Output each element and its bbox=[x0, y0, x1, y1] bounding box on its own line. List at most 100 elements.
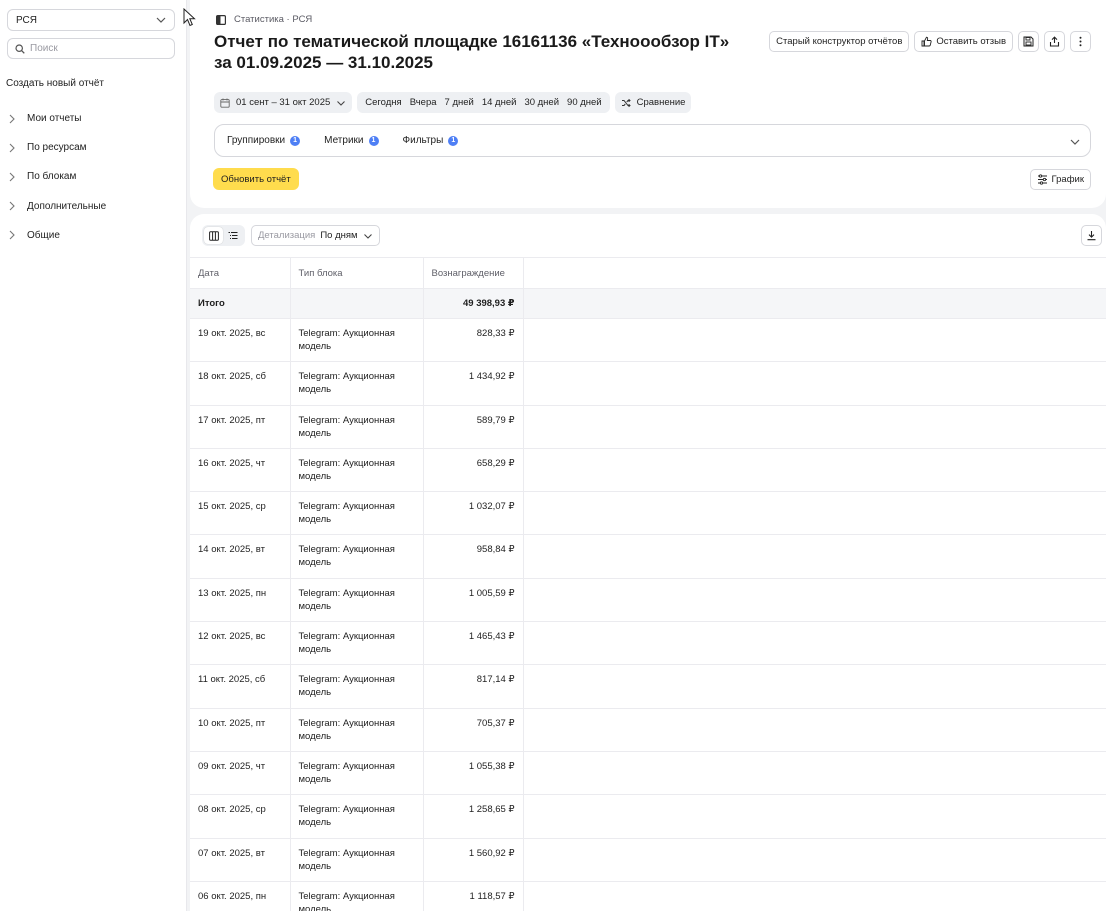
sidebar-nav: Мои отчеты По ресурсам По блокам Дополни… bbox=[0, 104, 186, 250]
chevron-right-icon bbox=[9, 172, 15, 182]
share-button[interactable] bbox=[1044, 31, 1065, 52]
block-type-cell: Telegram: Аукционная модель bbox=[290, 880, 424, 911]
column-filler bbox=[523, 750, 1106, 795]
tree-view-button[interactable] bbox=[223, 227, 242, 244]
breadcrumb-text: Статистика · РСЯ bbox=[234, 14, 313, 25]
report-table: Дата Тип блока Вознаграждение Итого 49 3… bbox=[190, 257, 1106, 911]
tree-list-icon bbox=[228, 231, 237, 239]
column-filler bbox=[523, 491, 1106, 535]
column-header-reward[interactable]: Вознаграждение bbox=[423, 257, 524, 289]
chevron-down-icon bbox=[156, 17, 166, 23]
sidebar-item-by-blocks[interactable]: По блокам bbox=[0, 162, 186, 191]
report-settings-bar[interactable]: Группировки 1 Метрики 1 Фильтры 1 bbox=[214, 124, 1091, 157]
expand-chevron-icon[interactable] bbox=[1069, 136, 1081, 148]
metrics-label: Метрики bbox=[324, 135, 364, 146]
sidebar: РСЯ Поиск Создать новый отчёт Мои отчеты… bbox=[0, 0, 187, 911]
download-icon bbox=[1087, 231, 1096, 241]
date-range-picker[interactable]: 01 сент – 31 окт 2025 bbox=[214, 92, 353, 113]
preset-7-days[interactable]: 7 дней bbox=[441, 97, 478, 108]
reward-cell: 1 005,59 ₽ bbox=[423, 577, 524, 622]
column-filler bbox=[523, 577, 1106, 622]
column-filler bbox=[523, 707, 1106, 752]
column-filler bbox=[523, 794, 1106, 839]
block-type-cell: Telegram: Аукционная модель bbox=[290, 317, 424, 362]
download-button[interactable] bbox=[1081, 225, 1102, 246]
date-cell: 12 окт. 2025, вс bbox=[190, 621, 291, 665]
table-row: 11 окт. 2025, сб Telegram: Аукционная мод… bbox=[190, 664, 1106, 709]
column-filler bbox=[523, 404, 1106, 449]
breadcrumb[interactable]: Статистика · РСЯ bbox=[216, 14, 312, 25]
column-filler bbox=[523, 837, 1106, 882]
service-select[interactable]: РСЯ bbox=[7, 9, 175, 31]
groupings-toggle[interactable]: Группировки 1 bbox=[227, 135, 301, 146]
search-input[interactable]: Поиск bbox=[7, 38, 175, 59]
date-cell: 19 окт. 2025, вс bbox=[190, 317, 291, 362]
preset-yesterday[interactable]: Вчера bbox=[406, 97, 441, 108]
reward-cell: 658,29 ₽ bbox=[423, 447, 524, 492]
preset-14-days[interactable]: 14 дней bbox=[478, 97, 521, 108]
reward-cell: 1 560,92 ₽ bbox=[423, 837, 524, 882]
block-type-cell: Telegram: Аукционная модель bbox=[290, 447, 424, 492]
reward-cell: 1 055,38 ₽ bbox=[423, 750, 524, 795]
compare-label: Сравнение bbox=[636, 97, 686, 108]
more-button[interactable] bbox=[1070, 31, 1091, 52]
groupings-count-badge: 1 bbox=[290, 135, 301, 146]
date-cell: 16 окт. 2025, чт bbox=[190, 447, 291, 492]
view-mode-toggle bbox=[202, 225, 245, 246]
preset-30-days[interactable]: 30 дней bbox=[520, 97, 563, 108]
date-cell: 08 окт. 2025, ср bbox=[190, 794, 291, 839]
reward-cell: 1 434,92 ₽ bbox=[423, 361, 524, 406]
create-report-link[interactable]: Создать новый отчёт bbox=[6, 78, 104, 89]
table-header-row: Дата Тип блока Вознаграждение bbox=[190, 257, 1106, 289]
feedback-button[interactable]: Оставить отзыв bbox=[914, 31, 1013, 52]
date-cell: 09 окт. 2025, чт bbox=[190, 750, 291, 795]
sidebar-item-my-reports[interactable]: Мои отчеты bbox=[0, 104, 186, 133]
total-reward: 49 398,93 ₽ bbox=[423, 288, 524, 319]
reward-cell: 1 258,65 ₽ bbox=[423, 794, 524, 839]
column-filler bbox=[523, 664, 1106, 709]
block-type-cell: Telegram: Аукционная модель bbox=[290, 361, 424, 406]
sidebar-item-additional[interactable]: Дополнительные bbox=[0, 192, 186, 221]
header-actions: Старый конструктор отчётов Оставить отзы… bbox=[769, 31, 1091, 52]
date-cell: 15 окт. 2025, ср bbox=[190, 491, 291, 535]
column-filler bbox=[523, 880, 1106, 911]
block-type-cell: Telegram: Аукционная модель bbox=[290, 404, 424, 449]
table-row: 13 окт. 2025, пн Telegram: Аукционная мод… bbox=[190, 577, 1106, 622]
save-button[interactable] bbox=[1018, 31, 1039, 52]
preset-90-days[interactable]: 90 дней bbox=[563, 97, 606, 108]
metrics-toggle[interactable]: Метрики 1 bbox=[324, 135, 379, 146]
column-filler bbox=[523, 361, 1106, 406]
column-header-date[interactable]: Дата bbox=[190, 257, 291, 289]
sidebar-toggle-icon bbox=[216, 14, 226, 25]
calendar-icon bbox=[220, 98, 230, 108]
old-builder-button[interactable]: Старый конструктор отчётов bbox=[769, 31, 910, 52]
graph-button[interactable]: График bbox=[1029, 169, 1091, 190]
sidebar-item-general[interactable]: Общие bbox=[0, 221, 186, 250]
filters-toggle[interactable]: Фильтры 1 bbox=[403, 135, 459, 146]
detail-label: Детализация bbox=[258, 230, 316, 241]
search-placeholder: Поиск bbox=[30, 43, 58, 54]
block-type-cell: Telegram: Аукционная модель bbox=[290, 664, 424, 709]
preset-today[interactable]: Сегодня bbox=[361, 97, 405, 108]
column-header-block-type[interactable]: Тип блока bbox=[290, 257, 424, 289]
detail-select[interactable]: Детализация По дням bbox=[251, 225, 380, 246]
reward-cell: 958,84 ₽ bbox=[423, 534, 524, 579]
graph-label: График bbox=[1051, 174, 1084, 185]
mouse-cursor-icon bbox=[183, 8, 196, 27]
compare-button[interactable]: Сравнение bbox=[614, 92, 692, 113]
total-row: Итого 49 398,93 ₽ bbox=[190, 288, 1106, 319]
groupings-label: Группировки bbox=[227, 135, 286, 146]
column-filler bbox=[523, 534, 1106, 579]
block-type-cell: Telegram: Аукционная модель bbox=[290, 837, 424, 882]
sidebar-item-by-resources[interactable]: По ресурсам bbox=[0, 133, 186, 162]
block-type-cell: Telegram: Аукционная модель bbox=[290, 577, 424, 622]
feedback-label: Оставить отзыв bbox=[936, 36, 1006, 47]
total-empty-cell bbox=[290, 288, 424, 319]
date-cell: 10 окт. 2025, пт bbox=[190, 707, 291, 752]
date-cell: 18 окт. 2025, сб bbox=[190, 361, 291, 406]
service-select-value: РСЯ bbox=[16, 14, 38, 26]
sidebar-item-label: По ресурсам bbox=[27, 142, 87, 154]
chevron-right-icon bbox=[9, 143, 15, 153]
table-view-button[interactable] bbox=[204, 227, 223, 244]
refresh-report-button[interactable]: Обновить отчёт bbox=[213, 168, 299, 190]
